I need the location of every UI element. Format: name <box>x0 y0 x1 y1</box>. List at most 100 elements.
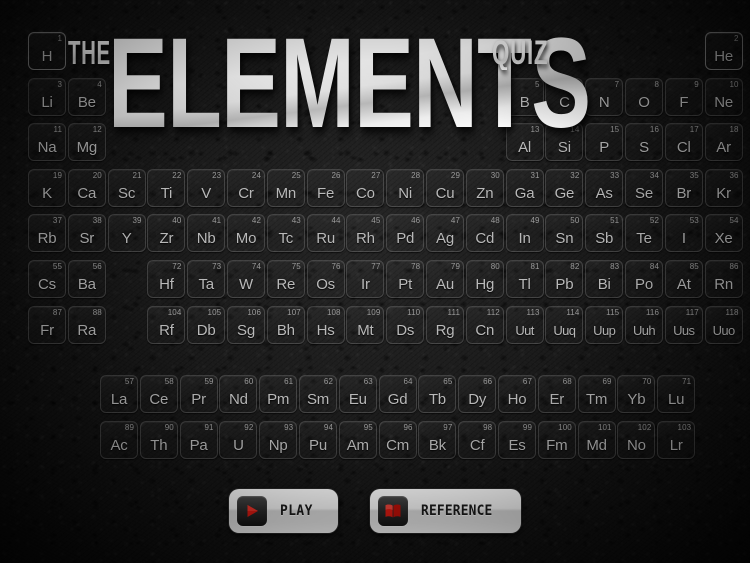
element-cell-np[interactable]: 93 Np <box>259 420 298 459</box>
element-cell-hs[interactable]: 108 Hs <box>306 305 345 344</box>
element-cell-tl[interactable]: 81 Tl <box>505 260 544 298</box>
element-cell-co[interactable]: 27 Co <box>346 168 385 207</box>
element-cell-ru[interactable]: 44 Ru <box>306 214 345 253</box>
element-cell-ti[interactable]: 22 Ti <box>147 168 186 207</box>
element-cell-pr[interactable]: 59 Pr <box>179 375 218 413</box>
element-cell-k[interactable]: 19 K <box>28 168 66 207</box>
element-cell-ag[interactable]: 47 Ag <box>426 214 464 253</box>
element-cell-uut[interactable]: 113 Uut <box>505 305 544 344</box>
element-cell-uuq[interactable]: 114 Uuq <box>545 305 584 344</box>
element-cell-os[interactable]: 76 Os <box>306 260 345 298</box>
element-cell-u[interactable]: 92 U <box>219 420 258 459</box>
element-cell-th[interactable]: 90 Th <box>139 420 178 459</box>
element-cell-sb[interactable]: 51 Sb <box>585 214 624 253</box>
element-cell-cm[interactable]: 96 Cm <box>378 420 417 459</box>
element-cell-sc[interactable]: 21 Sc <box>107 168 146 207</box>
element-cell-nb[interactable]: 41 Nb <box>187 214 226 253</box>
element-cell-as[interactable]: 33 As <box>585 168 624 207</box>
element-cell-zn[interactable]: 30 Zn <box>465 168 504 207</box>
element-cell-ac[interactable]: 89 Ac <box>100 420 138 459</box>
element-cell-ca[interactable]: 20 Ca <box>67 168 106 207</box>
element-cell-ta[interactable]: 73 Ta <box>187 260 226 298</box>
element-cell-mt[interactable]: 109 Mt <box>346 305 385 344</box>
element-cell-in[interactable]: 49 In <box>505 214 544 253</box>
element-cell-pb[interactable]: 82 Pb <box>545 260 584 298</box>
element-cell-rb[interactable]: 37 Rb <box>28 214 66 253</box>
element-cell-am[interactable]: 95 Am <box>338 420 377 459</box>
element-cell-pt[interactable]: 78 Pt <box>386 260 425 298</box>
element-cell-tm[interactable]: 69 Tm <box>577 375 616 413</box>
reference-button[interactable]: REFERENCE <box>369 488 522 534</box>
element-cell-ce[interactable]: 58 Ce <box>139 375 178 413</box>
element-cell-po[interactable]: 84 Po <box>625 260 663 298</box>
element-cell-mn[interactable]: 25 Mn <box>266 168 305 207</box>
element-cell-ir[interactable]: 77 Ir <box>346 260 385 298</box>
element-cell-uuh[interactable]: 116 Uuh <box>625 305 663 344</box>
element-cell-cr[interactable]: 24 Cr <box>227 168 265 207</box>
element-cell-at[interactable]: 85 At <box>664 260 703 298</box>
element-cell-hf[interactable]: 72 Hf <box>147 260 186 298</box>
element-cell-sr[interactable]: 38 Sr <box>67 214 106 253</box>
element-cell-cu[interactable]: 29 Cu <box>426 168 464 207</box>
element-cell-no[interactable]: 102 No <box>617 420 656 459</box>
element-cell-mo[interactable]: 42 Mo <box>227 214 265 253</box>
element-cell-ra[interactable]: 88 Ra <box>67 305 106 344</box>
element-cell-cd[interactable]: 48 Cd <box>465 214 504 253</box>
element-cell-fe[interactable]: 26 Fe <box>306 168 345 207</box>
element-cell-br[interactable]: 35 Br <box>664 168 703 207</box>
element-cell-es[interactable]: 99 Es <box>498 420 536 459</box>
element-cell-ni[interactable]: 28 Ni <box>386 168 425 207</box>
element-cell-i[interactable]: 53 I <box>664 214 703 253</box>
element-cell-cn[interactable]: 112 Cn <box>465 305 504 344</box>
element-cell-uus[interactable]: 117 Uus <box>664 305 703 344</box>
element-cell-zr[interactable]: 40 Zr <box>147 214 186 253</box>
element-cell-kr[interactable]: 36 Kr <box>704 168 743 207</box>
element-cell-w[interactable]: 74 W <box>227 260 265 298</box>
element-cell-au[interactable]: 79 Au <box>426 260 464 298</box>
element-cell-nd[interactable]: 60 Nd <box>219 375 258 413</box>
element-cell-uuo[interactable]: 118 Uuo <box>704 305 743 344</box>
element-cell-xe[interactable]: 54 Xe <box>704 214 743 253</box>
element-cell-dy[interactable]: 66 Dy <box>458 375 497 413</box>
element-cell-bh[interactable]: 107 Bh <box>266 305 305 344</box>
element-cell-md[interactable]: 101 Md <box>577 420 616 459</box>
element-cell-fm[interactable]: 100 Fm <box>537 420 576 459</box>
element-cell-v[interactable]: 23 V <box>187 168 226 207</box>
element-cell-yb[interactable]: 70 Yb <box>617 375 656 413</box>
element-cell-bi[interactable]: 83 Bi <box>585 260 624 298</box>
element-cell-cs[interactable]: 55 Cs <box>28 260 66 298</box>
element-cell-pm[interactable]: 61 Pm <box>259 375 298 413</box>
element-cell-bk[interactable]: 97 Bk <box>418 420 457 459</box>
element-cell-sg[interactable]: 106 Sg <box>227 305 265 344</box>
element-cell-te[interactable]: 52 Te <box>625 214 663 253</box>
element-cell-pa[interactable]: 91 Pa <box>179 420 218 459</box>
element-cell-pd[interactable]: 46 Pd <box>386 214 425 253</box>
element-cell-sm[interactable]: 62 Sm <box>299 375 337 413</box>
element-cell-tc[interactable]: 43 Tc <box>266 214 305 253</box>
element-cell-rg[interactable]: 111 Rg <box>426 305 464 344</box>
element-cell-cf[interactable]: 98 Cf <box>458 420 497 459</box>
element-cell-ba[interactable]: 56 Ba <box>67 260 106 298</box>
element-cell-hg[interactable]: 80 Hg <box>465 260 504 298</box>
element-cell-pu[interactable]: 94 Pu <box>299 420 337 459</box>
element-cell-re[interactable]: 75 Re <box>266 260 305 298</box>
element-cell-lu[interactable]: 71 Lu <box>657 375 696 413</box>
element-cell-y[interactable]: 39 Y <box>107 214 146 253</box>
element-cell-lr[interactable]: 103 Lr <box>657 420 696 459</box>
element-cell-rf[interactable]: 104 Rf <box>147 305 186 344</box>
element-cell-la[interactable]: 57 La <box>100 375 138 413</box>
element-cell-ds[interactable]: 110 Ds <box>386 305 425 344</box>
element-cell-uup[interactable]: 115 Uup <box>585 305 624 344</box>
element-cell-db[interactable]: 105 Db <box>187 305 226 344</box>
element-cell-ho[interactable]: 67 Ho <box>498 375 536 413</box>
element-cell-tb[interactable]: 65 Tb <box>418 375 457 413</box>
element-cell-ga[interactable]: 31 Ga <box>505 168 544 207</box>
element-cell-rn[interactable]: 86 Rn <box>704 260 743 298</box>
element-cell-rh[interactable]: 45 Rh <box>346 214 385 253</box>
element-cell-eu[interactable]: 63 Eu <box>338 375 377 413</box>
element-cell-sn[interactable]: 50 Sn <box>545 214 584 253</box>
play-button[interactable]: PLAY <box>228 488 340 534</box>
element-cell-gd[interactable]: 64 Gd <box>378 375 417 413</box>
element-cell-se[interactable]: 34 Se <box>625 168 663 207</box>
element-cell-er[interactable]: 68 Er <box>537 375 576 413</box>
